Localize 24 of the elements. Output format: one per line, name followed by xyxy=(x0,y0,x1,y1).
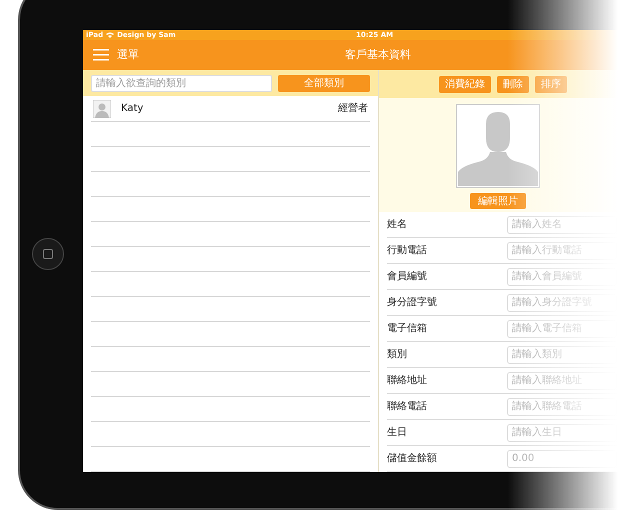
contact-role: 經營者 xyxy=(338,102,368,116)
field-label: 生日 xyxy=(387,426,408,440)
contact-name: Katy xyxy=(121,102,144,116)
avatar-icon xyxy=(93,100,111,118)
category-search-field[interactable]: 請輸入欲查詢的類別 xyxy=(91,74,272,92)
profile-photo-placeholder-icon xyxy=(456,104,540,188)
all-categories-button[interactable]: 全部類別 xyxy=(278,74,370,92)
field-label: 行動電話 xyxy=(387,244,428,258)
action-button[interactable]: 排序 xyxy=(535,76,567,92)
field-label: 姓名 xyxy=(387,218,408,232)
field-label: 會員編號 xyxy=(387,270,428,284)
field-label: 類別 xyxy=(387,348,408,362)
page-title: 客戶基本資料 xyxy=(345,46,411,63)
field-label: 聯絡地址 xyxy=(387,374,428,388)
wifi-icon xyxy=(106,32,114,38)
edit-photo-button[interactable]: 編輯照片 xyxy=(470,193,526,209)
action-button[interactable]: 刪除 xyxy=(497,76,529,92)
field-label: 電子信箱 xyxy=(387,322,428,336)
field-label: 聯絡電話 xyxy=(387,400,428,414)
field-label: 儲值金餘額 xyxy=(387,452,438,466)
menu-button[interactable]: 選單 xyxy=(117,46,139,64)
action-button[interactable]: 消費紀錄 xyxy=(439,76,491,92)
contact-row[interactable]: Katy 經營者 xyxy=(91,96,370,122)
field-label: 身分證字號 xyxy=(387,296,438,310)
